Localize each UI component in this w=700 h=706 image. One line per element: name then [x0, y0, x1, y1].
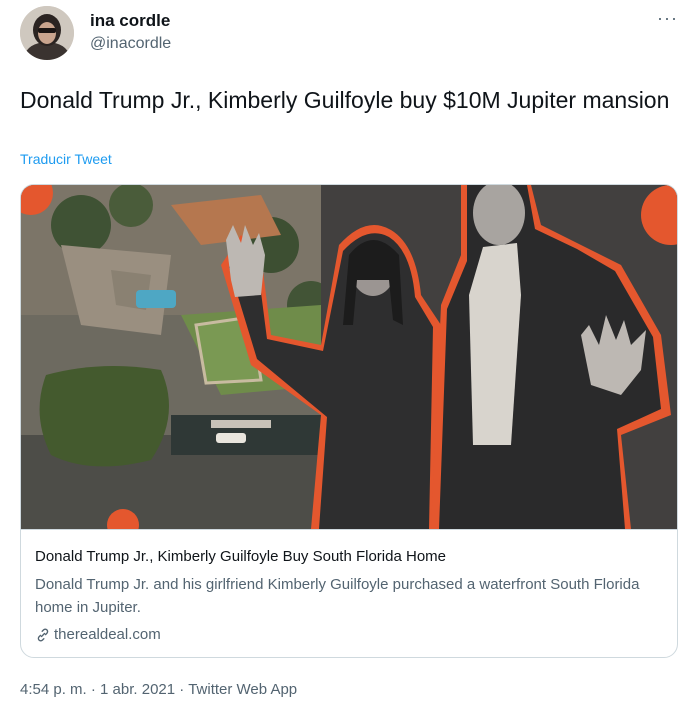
card-meta: Donald Trump Jr., Kimberly Guilfoyle Buy…: [21, 529, 677, 657]
profile-photo-icon: [20, 6, 74, 60]
tweet-date[interactable]: 1 abr. 2021: [100, 681, 175, 698]
author-handle[interactable]: @inacordle: [90, 35, 171, 53]
translate-tweet-link[interactable]: Traducir Tweet: [20, 151, 112, 167]
footer-separator: ·: [90, 681, 96, 698]
tweet-client[interactable]: Twitter Web App: [188, 681, 297, 698]
more-icon[interactable]: ···: [657, 8, 678, 29]
tweet-footer: 4:54 p. m. · 1 abr. 2021 · Twitter Web A…: [20, 681, 297, 698]
article-collage-image-icon: [21, 185, 677, 541]
tweet: ina cordle @inacordle ··· Donald Trump J…: [0, 0, 700, 706]
footer-separator: ·: [179, 681, 185, 698]
card-description: Donald Trump Jr. and his girlfriend Kimb…: [35, 576, 640, 616]
card-title[interactable]: Donald Trump Jr., Kimberly Guilfoyle Buy…: [35, 548, 446, 565]
link-icon: [37, 628, 49, 641]
card-domain-label: therealdeal.com: [54, 626, 161, 643]
avatar[interactable]: [20, 6, 74, 60]
author-name[interactable]: ina cordle: [90, 11, 170, 31]
tweet-time[interactable]: 4:54 p. m.: [20, 681, 87, 698]
card-image[interactable]: [21, 185, 677, 541]
card-domain[interactable]: therealdeal.com: [35, 626, 161, 643]
tweet-text: Donald Trump Jr., Kimberly Guilfoyle buy…: [20, 87, 670, 113]
link-preview-card[interactable]: Donald Trump Jr., Kimberly Guilfoyle Buy…: [20, 184, 678, 658]
